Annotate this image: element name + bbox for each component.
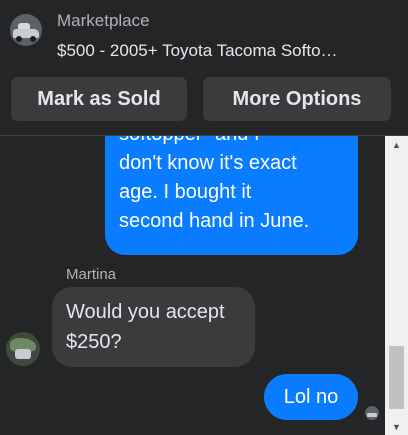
message-line: don't know it's exact [119,152,297,174]
marketplace-label: Marketplace [57,11,150,30]
seen-avatar-shape [367,413,377,417]
listing-title[interactable]: $500 - 2005+ Toyota Tacoma Softo… [57,41,397,61]
incoming-message: Would you accept $250? [52,287,255,367]
truck-wheel [30,36,36,42]
outgoing-message: softopper" and I don't know it's exact a… [105,136,358,255]
outgoing-message: Lol no [264,374,358,420]
seen-indicator-avatar [365,406,379,420]
scrollbar-thumb[interactable] [389,346,404,409]
message-thread[interactable]: softopper" and I don't know it's exact a… [0,136,384,435]
message-line: softopper" and I [119,136,344,149]
conversation-header: Marketplace $500 - 2005+ Toyota Tacoma S… [0,0,408,136]
listing-thumbnail[interactable] [10,14,42,46]
arrow-down-icon[interactable]: ▼ [385,418,408,435]
sender-avatar[interactable] [6,332,40,366]
vertical-scrollbar[interactable]: ▲ ▼ [385,136,408,435]
message-line: age. I bought it [119,181,252,203]
truck-wheel [16,36,22,42]
message-line: second hand in June. [119,210,310,232]
more-options-button[interactable]: More Options [203,77,391,121]
mark-as-sold-button[interactable]: Mark as Sold [11,77,187,121]
avatar-vehicle [15,349,31,359]
sender-name: Martina [66,266,117,283]
arrow-up-icon[interactable]: ▲ [385,136,408,153]
